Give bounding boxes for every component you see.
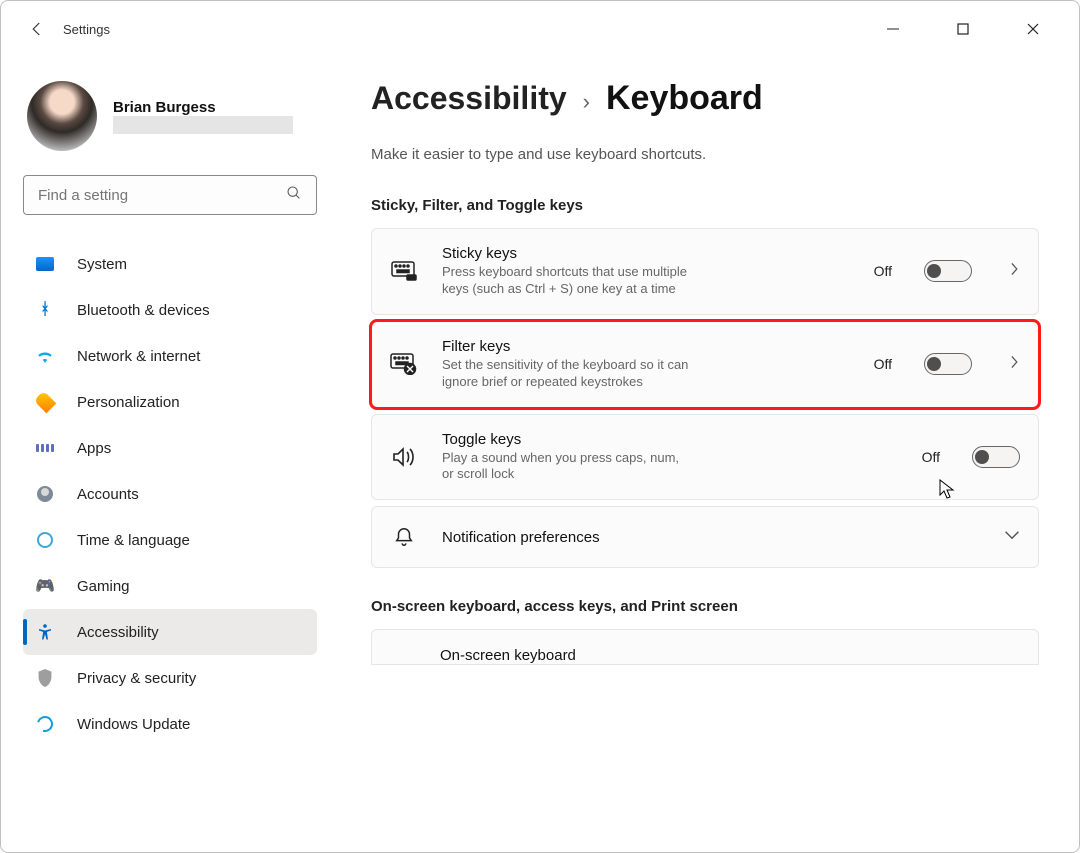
toggle-keys-state: Off	[922, 449, 940, 465]
keyboard-icon	[390, 257, 418, 285]
nav-label: Network & internet	[77, 348, 200, 365]
nav-update[interactable]: Windows Update	[23, 701, 317, 747]
filter-keys-title: Filter keys	[442, 338, 692, 355]
nav-apps[interactable]: Apps	[23, 425, 317, 471]
sticky-keys-desc: Press keyboard shortcuts that use multip…	[442, 264, 692, 298]
section-sticky-filter-toggle: Sticky, Filter, and Toggle keys	[371, 197, 1039, 214]
nav-label: System	[77, 256, 127, 273]
main-content: Accessibility › Keyboard Make it easier …	[331, 57, 1079, 852]
breadcrumb: Accessibility › Keyboard	[371, 79, 1039, 118]
nav-system[interactable]: System	[23, 241, 317, 287]
nav-network[interactable]: Network & internet	[23, 333, 317, 379]
search-input[interactable]	[38, 187, 286, 204]
apps-icon	[35, 438, 55, 458]
on-screen-keyboard-card[interactable]: On-screen keyboard	[371, 629, 1039, 665]
nav-accounts[interactable]: Accounts	[23, 471, 317, 517]
sticky-keys-state: Off	[874, 263, 892, 279]
nav-accessibility[interactable]: Accessibility	[23, 609, 317, 655]
nav-label: Gaming	[77, 578, 130, 595]
profile[interactable]: Brian Burgess	[23, 77, 317, 155]
nav-personalization[interactable]: Personalization	[23, 379, 317, 425]
profile-email	[113, 116, 293, 134]
on-screen-keyboard-title: On-screen keyboard	[440, 647, 576, 664]
filter-keys-card[interactable]: Filter keys Set the sensitivity of the k…	[371, 321, 1039, 408]
toggle-keys-toggle[interactable]	[972, 446, 1020, 468]
search-icon	[286, 185, 302, 206]
update-icon	[35, 714, 55, 734]
back-button[interactable]	[21, 13, 53, 45]
clock-icon	[35, 530, 55, 550]
section-onscreen-keyboard: On-screen keyboard, access keys, and Pri…	[371, 598, 1039, 615]
sticky-keys-toggle[interactable]	[924, 260, 972, 282]
nav-time[interactable]: Time & language	[23, 517, 317, 563]
sticky-keys-card[interactable]: Sticky keys Press keyboard shortcuts tha…	[371, 228, 1039, 315]
chevron-down-icon[interactable]	[1004, 528, 1020, 546]
page-description: Make it easier to type and use keyboard …	[371, 146, 1039, 163]
wifi-icon	[35, 346, 55, 366]
close-button[interactable]	[1015, 11, 1051, 47]
chevron-right-icon[interactable]	[1008, 262, 1020, 281]
page-title: Keyboard	[606, 79, 763, 118]
notification-preferences-title: Notification preferences	[442, 529, 980, 546]
nav-gaming[interactable]: 🎮 Gaming	[23, 563, 317, 609]
accessibility-icon	[35, 622, 55, 642]
keyboard-filter-icon	[390, 350, 418, 378]
nav-bluetooth[interactable]: ᚼ Bluetooth & devices	[23, 287, 317, 333]
sticky-keys-title: Sticky keys	[442, 245, 692, 262]
gamepad-icon: 🎮	[35, 576, 55, 596]
shield-icon	[35, 668, 55, 688]
filter-keys-toggle[interactable]	[924, 353, 972, 375]
system-icon	[35, 254, 55, 274]
toggle-keys-card[interactable]: Toggle keys Play a sound when you press …	[371, 414, 1039, 501]
filter-keys-desc: Set the sensitivity of the keyboard so i…	[442, 357, 692, 391]
search-box[interactable]	[23, 175, 317, 215]
toggle-keys-title: Toggle keys	[442, 431, 692, 448]
nav-label: Time & language	[77, 532, 190, 549]
nav-label: Accounts	[77, 486, 139, 503]
notification-preferences-card[interactable]: Notification preferences	[371, 506, 1039, 568]
chevron-right-icon: ›	[583, 89, 590, 115]
nav-label: Accessibility	[77, 624, 159, 641]
breadcrumb-parent[interactable]: Accessibility	[371, 80, 567, 117]
minimize-button[interactable]	[875, 11, 911, 47]
sound-icon	[390, 443, 418, 471]
toggle-keys-desc: Play a sound when you press caps, num, o…	[442, 450, 692, 484]
maximize-button[interactable]	[945, 11, 981, 47]
sidebar: Brian Burgess System ᚼ Bluetooth & device…	[1, 57, 331, 852]
nav-label: Privacy & security	[77, 670, 196, 687]
bell-icon	[390, 523, 418, 551]
nav-privacy[interactable]: Privacy & security	[23, 655, 317, 701]
chevron-right-icon[interactable]	[1008, 355, 1020, 374]
accounts-icon	[35, 484, 55, 504]
profile-name: Brian Burgess	[113, 99, 293, 116]
nav-label: Personalization	[77, 394, 180, 411]
nav-label: Apps	[77, 440, 111, 457]
nav-list: System ᚼ Bluetooth & devices Network & in…	[23, 241, 317, 747]
nav-label: Bluetooth & devices	[77, 302, 210, 319]
filter-keys-state: Off	[874, 356, 892, 372]
avatar	[27, 81, 97, 151]
bluetooth-icon: ᚼ	[35, 300, 55, 320]
app-title: Settings	[63, 22, 110, 37]
nav-label: Windows Update	[77, 716, 190, 733]
titlebar: Settings	[1, 1, 1079, 57]
brush-icon	[35, 392, 55, 412]
